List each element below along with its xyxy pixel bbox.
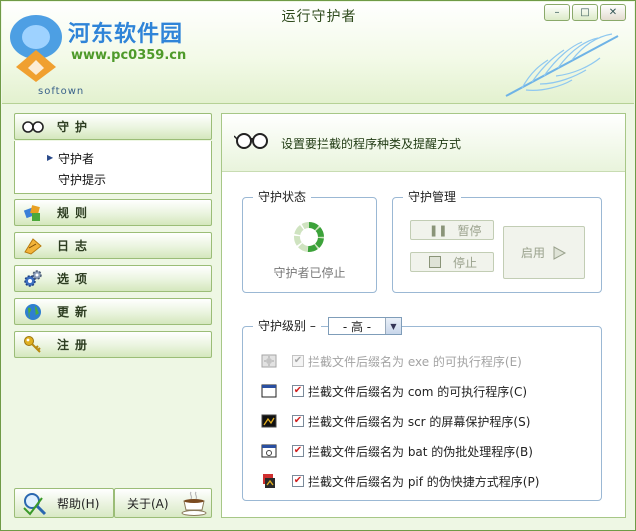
key-icon [21, 335, 45, 355]
nav-item-log[interactable]: 日志 [14, 232, 212, 259]
nav-item-label: 选项 [57, 272, 94, 286]
about-button[interactable]: 关于(A) [114, 488, 212, 518]
pause-icon: ❚❚ [429, 223, 448, 237]
nav-item-update[interactable]: 更新 [14, 298, 212, 325]
manage-group-title: 守护管理 [403, 189, 462, 205]
main-panel: 设置要拦截的程序种类及提醒方式 守护状态 守护者已停止 守护管理 ❚❚ 暂停 停… [221, 113, 626, 518]
option-com-label: 拦截文件后缀名为 com 的可执行程序(C) [308, 384, 528, 399]
status-text: 守护者已停止 [273, 266, 346, 280]
com-icon [261, 384, 277, 398]
start-button[interactable]: 启用 [503, 226, 585, 279]
status-group-title: 守护状态 [253, 189, 312, 205]
nav-item-label: 更新 [57, 305, 94, 319]
option-exe[interactable]: ✔ 拦截文件后缀名为 exe 的可执行程序(E) [261, 351, 522, 371]
checkbox-com[interactable]: ✔ [292, 385, 304, 397]
option-bat[interactable]: ✔ 拦截文件后缀名为 bat 的伪批处理程序(B) [261, 441, 533, 461]
help-icon [23, 493, 47, 516]
rules-icon [21, 203, 45, 223]
brand-label: softown [38, 86, 85, 97]
checkbox-scr[interactable]: ✔ [292, 415, 304, 427]
app-window: 运行守护者 – □ ✕ 河东软件园 www.pc0359.cn softown [0, 0, 636, 531]
bat-icon [261, 444, 277, 458]
option-bat-label: 拦截文件后缀名为 bat 的伪批处理程序(B) [308, 444, 533, 459]
help-label: 帮助(H) [57, 496, 100, 511]
maximize-button[interactable]: □ [572, 4, 598, 21]
start-label: 启用 [520, 246, 545, 260]
chevron-down-icon[interactable]: ▼ [385, 318, 401, 334]
panel-header: 设置要拦截的程序种类及提醒方式 [222, 114, 625, 172]
globe-icon [21, 302, 45, 322]
about-label: 关于(A) [127, 496, 169, 511]
pause-button[interactable]: ❚❚ 暂停 [410, 220, 494, 240]
log-icon [21, 236, 45, 256]
option-exe-label: 拦截文件后缀名为 exe 的可执行程序(E) [308, 354, 522, 369]
minimize-button[interactable]: – [544, 4, 570, 21]
stopped-spinner-icon [294, 222, 324, 252]
nav-item-label: 规则 [57, 206, 94, 220]
checkbox-pif[interactable]: ✔ [292, 475, 304, 487]
app-logo-icon [10, 15, 62, 82]
exe-icon [261, 354, 277, 368]
watermark-site: 河东软件园 [68, 22, 184, 47]
maximize-icon: □ [580, 6, 590, 18]
level-select-value: - 高 - [342, 319, 372, 334]
nav-item-protect[interactable]: 守护 [14, 113, 212, 140]
play-icon [553, 245, 567, 260]
status-group: 守护状态 守护者已停止 [242, 189, 377, 293]
panel-header-text: 设置要拦截的程序种类及提醒方式 [281, 137, 462, 151]
option-pif-label: 拦截文件后缀名为 pif 的伪快捷方式程序(P) [308, 474, 540, 489]
pause-label: 暂停 [457, 223, 482, 238]
nav-item-label: 守护 [57, 120, 94, 134]
pif-icon [263, 474, 275, 488]
nav-item-options[interactable]: 选项 [14, 265, 212, 292]
checkbox-exe[interactable]: ✔ [292, 355, 304, 367]
scr-icon [261, 414, 277, 428]
close-icon: ✕ [608, 6, 618, 18]
nav-item-label: 日志 [57, 239, 94, 253]
option-scr[interactable]: ✔ 拦截文件后缀名为 scr 的屏幕保护程序(S) [261, 411, 530, 431]
sub-item-guardian[interactable]: 守护者 [58, 150, 94, 167]
selected-arrow-icon: ▶ [47, 153, 54, 162]
nav-item-register[interactable]: 注册 [14, 331, 212, 358]
stop-icon [429, 256, 441, 268]
option-pif[interactable]: ✔ 拦截文件后缀名为 pif 的伪快捷方式程序(P) [261, 471, 539, 491]
window-controls: – □ ✕ [544, 4, 626, 21]
watermark-url: www.pc0359.cn [71, 48, 187, 63]
level-select[interactable]: - 高 - ▼ [328, 317, 402, 335]
stop-button[interactable]: 停止 [410, 252, 494, 272]
minimize-icon: – [554, 6, 560, 18]
help-button[interactable]: 帮助(H) [14, 488, 114, 518]
checkbox-bat[interactable]: ✔ [292, 445, 304, 457]
coffee-cup-icon [181, 491, 207, 516]
level-group-title: 守护级别 – [253, 318, 321, 334]
manage-group: 守护管理 ❚❚ 暂停 停止 启用 [392, 189, 602, 293]
sub-item-guard-tips[interactable]: 守护提示 [58, 171, 106, 188]
close-button[interactable]: ✕ [600, 4, 626, 21]
header-banner: 运行守护者 – □ ✕ 河东软件园 www.pc0359.cn softown [2, 2, 634, 104]
nav-item-label: 注册 [57, 338, 94, 352]
nav-item-rules[interactable]: 规则 [14, 199, 212, 226]
level-group: 守护级别 – - 高 - ▼ ✔ 拦截文件后缀名为 exe 的可执行程序(E) … [242, 317, 602, 501]
glasses-icon [234, 133, 268, 149]
glasses-icon [21, 117, 45, 137]
gears-icon [21, 269, 45, 289]
option-com[interactable]: ✔ 拦截文件后缀名为 com 的可执行程序(C) [261, 381, 527, 401]
stop-label: 停止 [453, 255, 478, 270]
nav-subpanel: ▶ 守护者 守护提示 [14, 141, 212, 194]
option-scr-label: 拦截文件后缀名为 scr 的屏幕保护程序(S) [308, 414, 531, 429]
feather-decoration-icon [505, 33, 619, 97]
